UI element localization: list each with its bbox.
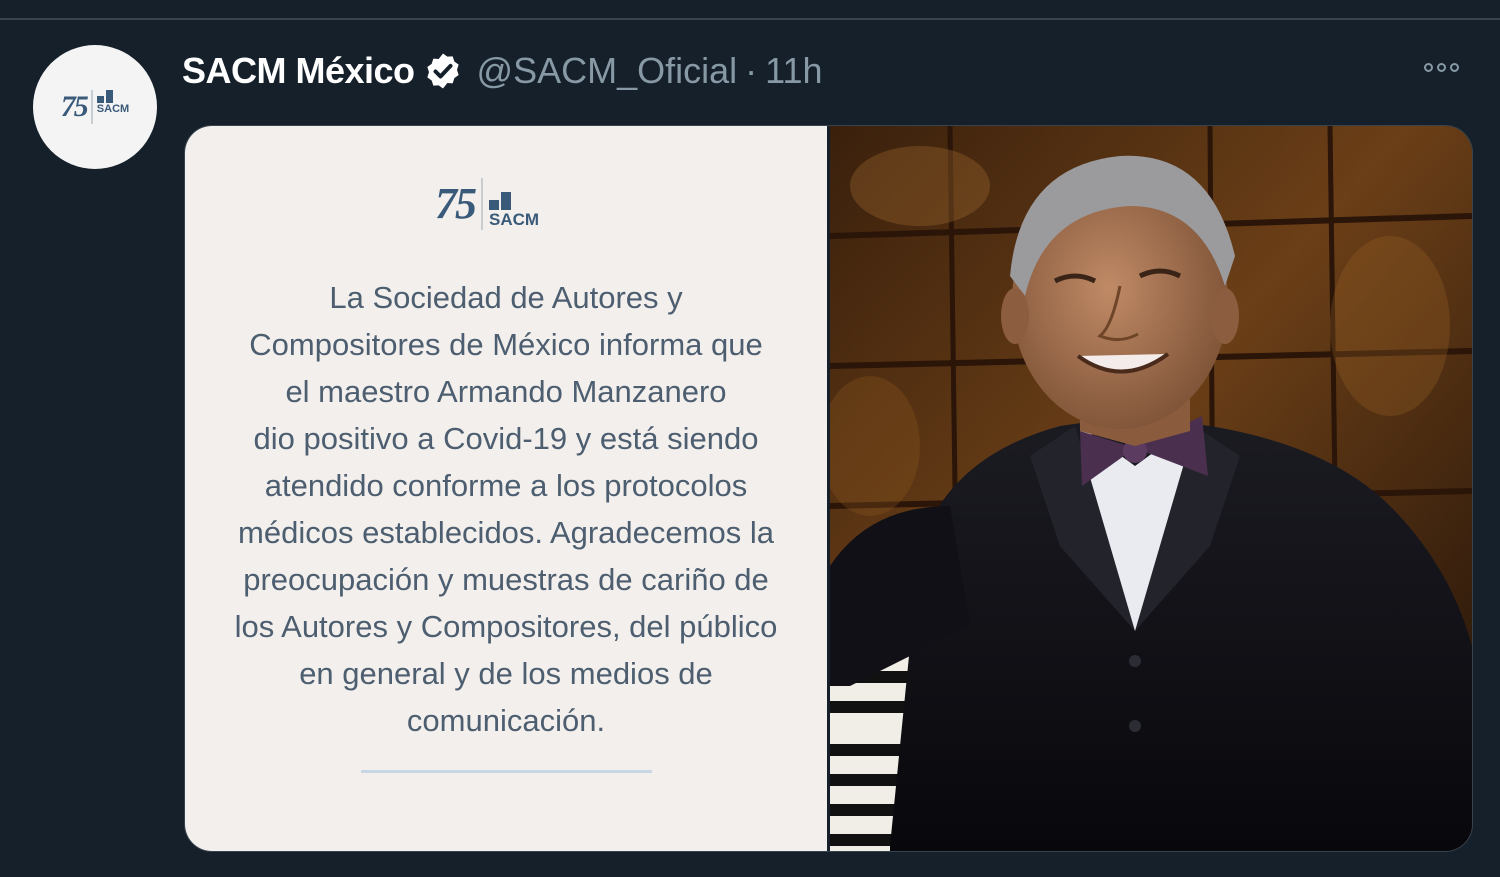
- top-divider: [0, 18, 1500, 20]
- statement-line: en general y de los medios de: [299, 656, 713, 691]
- statement-line: los Autores y Compositores, del público: [234, 609, 778, 644]
- avatar-logo-75: 75: [60, 90, 89, 123]
- statement-line: comunicación.: [406, 703, 606, 738]
- card-logo-separator: [481, 178, 483, 230]
- portrait-photo: [830, 126, 1472, 851]
- statement-text: La Sociedad de Autores y Compositores de…: [195, 274, 817, 744]
- avatar-logo-blocks: [96, 90, 113, 103]
- card-logo-blocks: [489, 192, 511, 210]
- media-image-statement[interactable]: 75 SACM La Sociedad de Autores y Composi…: [185, 126, 827, 851]
- media-image-portrait[interactable]: [830, 126, 1472, 851]
- statement-line: el maestro Armando Manzanero: [285, 374, 727, 409]
- card-logo-75: 75: [435, 179, 477, 228]
- avatar-logo-separator: [90, 90, 93, 124]
- tweet-header: SACM México @SACM_Oficial · 11h: [182, 46, 823, 96]
- verified-badge-icon: [426, 53, 459, 89]
- more-horizontal-icon[interactable]: [1424, 63, 1459, 72]
- statement-line: La Sociedad de Autores y: [329, 280, 683, 315]
- statement-line: dio positivo a Covid-19 y está siendo: [253, 421, 759, 456]
- card-logo-word: SACM: [489, 210, 540, 229]
- statement-line: Compositores de México informa que: [249, 327, 763, 362]
- statement-line: atendido conforme a los protocolos: [264, 468, 748, 503]
- timestamp[interactable]: 11h: [765, 50, 822, 92]
- handle[interactable]: @SACM_Oficial: [477, 50, 738, 92]
- avatar-logo: 75 SACM: [61, 90, 129, 124]
- card-logo-sacm: SACM: [489, 178, 539, 230]
- card-divider: [361, 770, 652, 773]
- tweet-media[interactable]: 75 SACM La Sociedad de Autores y Composi…: [184, 125, 1473, 852]
- statement-line: preocupación y muestras de cariño de: [243, 562, 769, 597]
- meta-separator: ·: [745, 50, 758, 91]
- avatar-logo-sacm: SACM: [96, 90, 130, 124]
- avatar[interactable]: 75 SACM: [33, 45, 157, 169]
- display-name[interactable]: SACM México: [182, 50, 415, 92]
- tweet-view: 75 SACM SACM México @SACM_Oficial · 11h: [0, 0, 1500, 877]
- avatar-logo-word: SACM: [96, 103, 130, 115]
- statement-line: médicos establecidos. Agradecemos la: [238, 515, 774, 550]
- card-logo: 75 SACM: [435, 178, 539, 230]
